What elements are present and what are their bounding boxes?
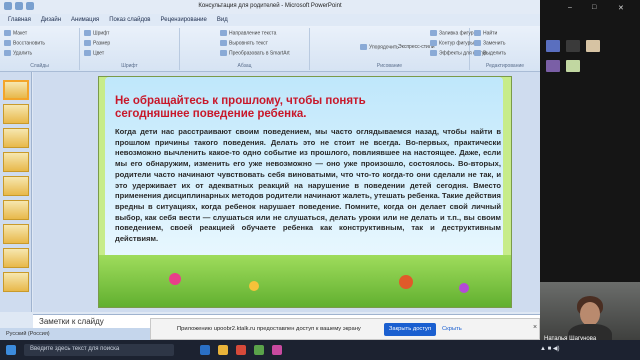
app-tile[interactable] bbox=[566, 60, 580, 72]
tab-home[interactable]: Главная bbox=[8, 17, 31, 23]
language-status: Русский (Россия) bbox=[6, 331, 50, 337]
edge-icon[interactable] bbox=[200, 345, 210, 355]
app-tile[interactable] bbox=[566, 40, 580, 52]
arrange-button[interactable]: Упорядочить bbox=[360, 44, 399, 50]
font-icon bbox=[84, 30, 91, 36]
shape-outline-button[interactable]: Контур фигуры bbox=[430, 40, 474, 46]
flower-decoration bbox=[169, 273, 181, 285]
browser-icon[interactable] bbox=[272, 345, 282, 355]
close-window-icon[interactable]: ✕ bbox=[618, 4, 628, 12]
ribbon-group-paragraph: Направление текста Выровнять текст Преоб… bbox=[180, 28, 310, 70]
layout-button[interactable]: Макет bbox=[4, 30, 27, 36]
app-icon[interactable] bbox=[254, 345, 264, 355]
delete-icon bbox=[4, 50, 11, 56]
slide-thumbnail[interactable] bbox=[3, 152, 29, 172]
share-message: Приложению upoobr2.ktalk.ru предоставлен… bbox=[177, 326, 361, 332]
slide-thumbnail[interactable] bbox=[3, 200, 29, 220]
slide-thumbnail[interactable] bbox=[3, 272, 29, 292]
flower-decoration bbox=[249, 281, 259, 291]
group-label-font: Шрифт bbox=[121, 63, 138, 69]
powerpoint-window: Консультация для родителей - Microsoft P… bbox=[0, 0, 540, 340]
slide-thumbnail[interactable] bbox=[3, 176, 29, 196]
group-label-slides: Слайды bbox=[30, 63, 49, 69]
slides-panel bbox=[0, 72, 32, 312]
group-label-paragraph: Абзац bbox=[237, 63, 252, 69]
align-text-icon bbox=[220, 40, 227, 46]
tab-view[interactable]: Вид bbox=[217, 17, 228, 23]
font-color-button[interactable]: Цвет bbox=[84, 50, 104, 56]
webcam-preview: Наталья Шагунова bbox=[540, 282, 640, 344]
title-bar: Консультация для родителей - Microsoft P… bbox=[0, 0, 540, 14]
app-tile[interactable] bbox=[586, 40, 600, 52]
tab-animation[interactable]: Анимация bbox=[71, 17, 99, 23]
find-button[interactable]: Найти bbox=[474, 30, 497, 36]
explorer-icon[interactable] bbox=[218, 345, 228, 355]
arrange-icon bbox=[360, 44, 367, 50]
flower-decoration bbox=[399, 275, 413, 289]
ribbon-group-slides: Макет Восстановить Удалить Слайды bbox=[0, 28, 80, 70]
system-tray: ▲ ■ ◀) bbox=[540, 346, 560, 352]
tab-slideshow[interactable]: Показ слайдов bbox=[109, 17, 150, 23]
powerpoint-icon[interactable] bbox=[236, 345, 246, 355]
flower-decoration bbox=[459, 283, 469, 293]
convert-smartart-button[interactable]: Преобразовать в SmartArt bbox=[220, 50, 290, 56]
meadow-decoration bbox=[99, 255, 511, 307]
font-name-box[interactable]: Шрифт bbox=[84, 30, 109, 36]
slide-canvas[interactable]: Не обращайтесь к прошлому, чтобы понять … bbox=[98, 76, 512, 308]
app-tile[interactable] bbox=[546, 40, 560, 52]
group-label-drawing: Рисование bbox=[376, 63, 403, 69]
slide-body-text[interactable]: Когда дети нас расстраивают своим поведе… bbox=[115, 127, 501, 245]
replace-icon bbox=[474, 40, 481, 46]
ribbon-group-drawing: Упорядочить Экспресс-стили Заливка фигур… bbox=[310, 28, 487, 70]
hide-link[interactable]: Скрыть bbox=[442, 326, 462, 332]
group-label-editing: Редактирование bbox=[485, 63, 525, 69]
tab-review[interactable]: Рецензирование bbox=[161, 17, 207, 23]
slide-thumbnail[interactable] bbox=[3, 80, 29, 100]
select-button[interactable]: Выделить bbox=[474, 50, 506, 56]
font-size-box[interactable]: Размер bbox=[84, 40, 110, 46]
tab-design[interactable]: Дизайн bbox=[41, 17, 61, 23]
smartart-icon bbox=[220, 50, 227, 56]
ribbon-tabs: Главная Дизайн Анимация Показ слайдов Ре… bbox=[0, 14, 540, 26]
stop-sharing-button[interactable]: Закрыть доступ bbox=[384, 323, 436, 336]
select-icon bbox=[474, 50, 481, 56]
shape-outline-icon bbox=[430, 40, 437, 46]
app-tile[interactable] bbox=[546, 60, 560, 72]
find-icon bbox=[474, 30, 481, 36]
text-direction-button[interactable]: Направление текста bbox=[220, 30, 276, 36]
screen-share-notification: Приложению upoobr2.ktalk.ru предоставлен… bbox=[150, 318, 540, 340]
taskbar-search[interactable]: Введите здесь текст для поиска bbox=[24, 344, 174, 356]
slide-thumbnail[interactable] bbox=[3, 248, 29, 268]
delete-button[interactable]: Удалить bbox=[4, 50, 32, 56]
person-face bbox=[580, 302, 600, 326]
font-color-icon bbox=[84, 50, 91, 56]
minimize-icon[interactable]: – bbox=[568, 4, 578, 12]
ribbon: Макет Восстановить Удалить Слайды Шрифт … bbox=[0, 26, 540, 72]
font-size-icon bbox=[84, 40, 91, 46]
text-direction-icon bbox=[220, 30, 227, 36]
maximize-icon[interactable]: □ bbox=[592, 4, 602, 12]
taskbar: Введите здесь текст для поиска ▲ ■ ◀) bbox=[0, 340, 640, 360]
close-icon[interactable]: × bbox=[533, 324, 537, 331]
align-text-button[interactable]: Выровнять текст bbox=[220, 40, 268, 46]
ribbon-group-font: Шрифт Размер Цвет Шрифт bbox=[80, 28, 180, 70]
ribbon-group-editing: Найти Заменить Выделить Редактирование bbox=[470, 28, 540, 70]
replace-button[interactable]: Заменить bbox=[474, 40, 505, 46]
shape-fill-icon bbox=[430, 30, 437, 36]
slide-title[interactable]: Не обращайтесь к прошлому, чтобы понять … bbox=[115, 95, 415, 121]
slide-thumbnail[interactable] bbox=[3, 104, 29, 124]
window-title: Консультация для родителей - Microsoft P… bbox=[198, 3, 342, 9]
shape-effects-icon bbox=[430, 50, 437, 56]
slide-thumbnail[interactable] bbox=[3, 224, 29, 244]
reset-icon bbox=[4, 40, 11, 46]
layout-icon bbox=[4, 30, 11, 36]
start-icon[interactable] bbox=[6, 345, 16, 355]
slide-thumbnail[interactable] bbox=[3, 128, 29, 148]
reset-button[interactable]: Восстановить bbox=[4, 40, 45, 46]
